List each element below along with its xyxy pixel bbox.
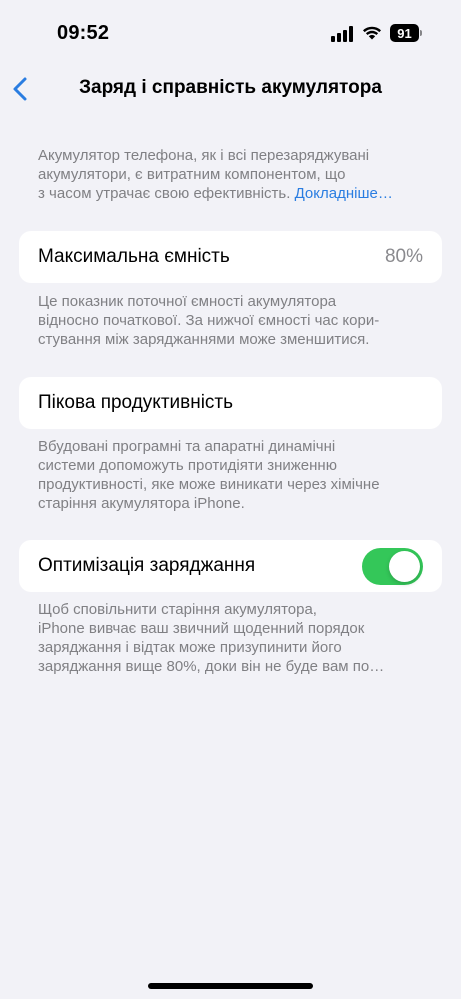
optimized-charging-toggle[interactable] bbox=[362, 548, 423, 585]
max-capacity-cell: Максимальна ємність 80% bbox=[19, 231, 442, 283]
learn-more-link[interactable]: Докладніше… bbox=[295, 185, 393, 202]
note-line: заряджання і відтак може призупинити йог… bbox=[38, 639, 342, 656]
status-time: 09:52 bbox=[57, 22, 110, 44]
intro-note-line: з часом утрачає свою ефективність. Докла… bbox=[38, 185, 393, 202]
toggle-knob bbox=[389, 551, 420, 582]
battery-tip-icon bbox=[420, 30, 422, 36]
intro-note-line: Акумулятор телефона, як і всі перезарядж… bbox=[38, 147, 370, 164]
note-line: Вбудовані програмні та апаратні динамічн… bbox=[38, 438, 336, 455]
note-line: Щоб сповільнити старіння акумулятора, bbox=[38, 601, 317, 618]
intro-note-line: акумулятори, є витратним компонентом, що bbox=[38, 166, 346, 183]
note-line: заряджання вище 80%, доки він не буде ва… bbox=[38, 658, 385, 675]
optimized-charging-label: Оптимізація заряджання bbox=[38, 555, 256, 576]
intro-note: Акумулятор телефона, як і всі перезарядж… bbox=[38, 146, 418, 203]
cellular-signal-icon bbox=[331, 26, 353, 42]
battery-icon: 91 bbox=[390, 24, 419, 42]
optimized-charging-cell: Оптимізація заряджання bbox=[19, 540, 442, 592]
optimized-charging-note: Щоб сповільнити старіння акумулятора, iP… bbox=[38, 600, 418, 676]
note-line: системи допоможуть протидіяти зниженню bbox=[38, 457, 337, 474]
note-line: стування між заряджаннями може зменшитис… bbox=[38, 331, 370, 348]
note-line: старіння акумулятора iPhone. bbox=[38, 495, 245, 512]
note-line: iPhone вивчає ваш звичний щоденний поряд… bbox=[38, 620, 365, 637]
max-capacity-label: Максимальна ємність bbox=[38, 246, 230, 267]
wifi-icon bbox=[363, 26, 381, 40]
status-bar: 09:52 91 bbox=[0, 0, 461, 66]
peak-performance-cell: Пікова продуктивність bbox=[19, 377, 442, 429]
battery-level: 91 bbox=[397, 25, 412, 41]
note-line: продуктивності, яке може виникати через … bbox=[38, 476, 380, 493]
note-line: Це показник поточної ємності акумулятора bbox=[38, 293, 337, 310]
battery-health-screen: 09:52 91 Заряд і справність акумулятора … bbox=[0, 0, 461, 999]
max-capacity-note: Це показник поточної ємності акумулятора… bbox=[38, 292, 418, 349]
peak-performance-label: Пікова продуктивність bbox=[38, 392, 234, 413]
home-indicator[interactable] bbox=[148, 983, 313, 989]
max-capacity-value: 80% bbox=[384, 246, 423, 267]
page-title: Заряд і справність акумулятора bbox=[79, 77, 382, 98]
note-line: відносно початкової. За нижчої ємності ч… bbox=[38, 312, 380, 329]
peak-performance-note: Вбудовані програмні та апаратні динамічн… bbox=[38, 437, 418, 513]
